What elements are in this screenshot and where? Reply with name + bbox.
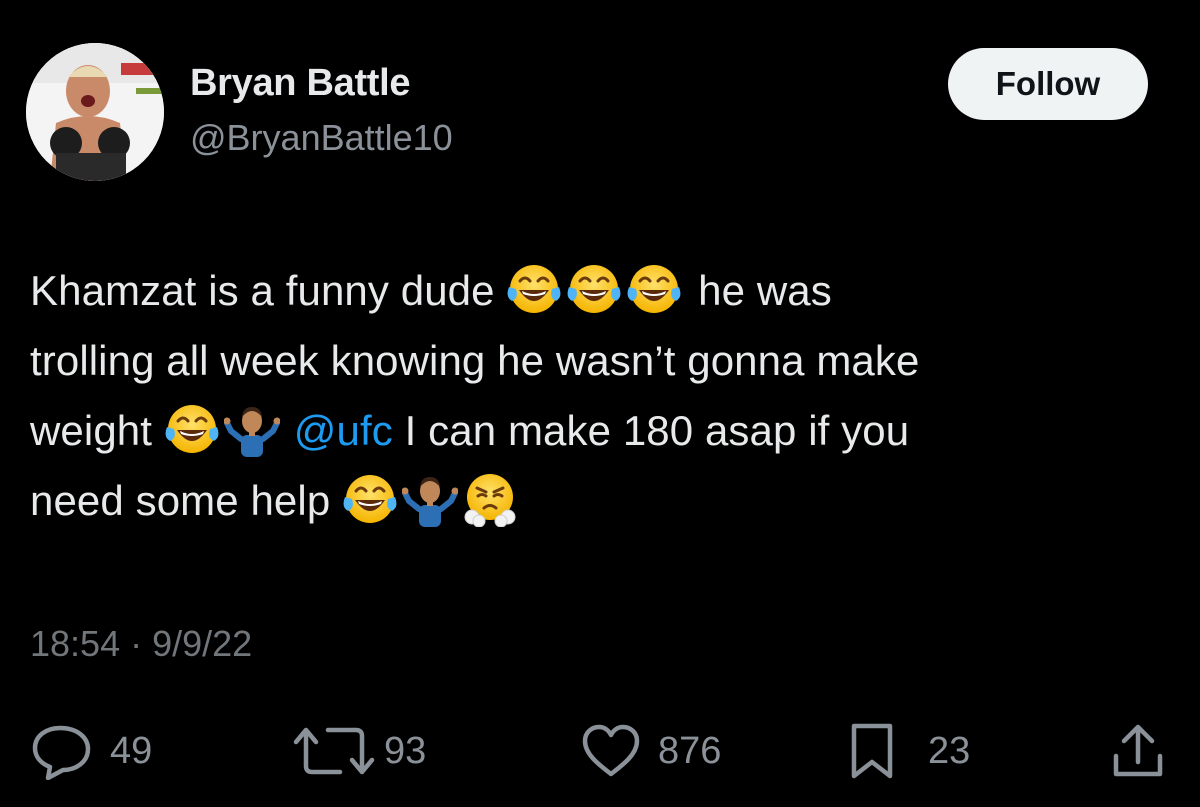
avatar[interactable]	[26, 43, 164, 181]
bookmark-icon	[848, 722, 896, 780]
text-segment: I can make 180 asap if you	[392, 407, 910, 454]
like-count: 876	[658, 729, 722, 772]
share-icon	[1110, 722, 1166, 780]
text-segment: Khamzat is a funny dude	[30, 267, 507, 314]
tweet-line-1: Khamzat is a funny dude he was	[30, 256, 1170, 326]
bookmark-button[interactable]: 23	[848, 722, 970, 780]
face-with-steam-from-nose-icon	[462, 471, 518, 527]
text-segment: weight	[30, 407, 164, 454]
face-with-tears-of-joy-icon	[164, 401, 220, 457]
reply-button[interactable]: 49	[30, 722, 152, 780]
text-segment: need some help	[30, 477, 343, 524]
bookmark-count: 23	[928, 729, 971, 772]
tweet-card: Bryan Battle @BryanBattle10 Follow Khamz…	[0, 0, 1200, 807]
retweet-button[interactable]: 93	[292, 722, 426, 780]
face-with-tears-of-joy-icon	[506, 261, 562, 317]
tweet-text: Khamzat is a funny dude he was trolling …	[30, 256, 1170, 536]
tweet-timestamp[interactable]: 18:54 · 9/9/22	[30, 623, 252, 665]
reply-count: 49	[110, 729, 153, 772]
face-with-tears-of-joy-icon	[626, 261, 682, 317]
mention-link[interactable]: @ufc	[294, 407, 393, 454]
person-shrugging-icon	[224, 401, 280, 457]
retweet-icon	[292, 722, 376, 780]
retweet-count: 93	[384, 729, 427, 772]
share-button[interactable]	[1110, 722, 1166, 780]
like-button[interactable]: 876	[580, 722, 721, 780]
follow-button[interactable]: Follow	[948, 48, 1148, 120]
tweet-line-4: need some help	[30, 466, 1170, 536]
user-handle[interactable]: @BryanBattle10	[190, 117, 453, 159]
text-segment: he was	[686, 267, 832, 314]
heart-icon	[580, 722, 642, 780]
person-shrugging-icon	[402, 471, 458, 527]
text-segment: trolling all week knowing he wasn’t gonn…	[30, 337, 920, 384]
tweet-line-3: weight @ufc I can make 180 asap if you	[30, 396, 1170, 466]
tweet-line-2: trolling all week knowing he wasn’t gonn…	[30, 326, 1170, 396]
face-with-tears-of-joy-icon	[566, 261, 622, 317]
display-name[interactable]: Bryan Battle	[190, 62, 411, 105]
face-with-tears-of-joy-icon	[342, 471, 398, 527]
reply-icon	[30, 722, 94, 780]
